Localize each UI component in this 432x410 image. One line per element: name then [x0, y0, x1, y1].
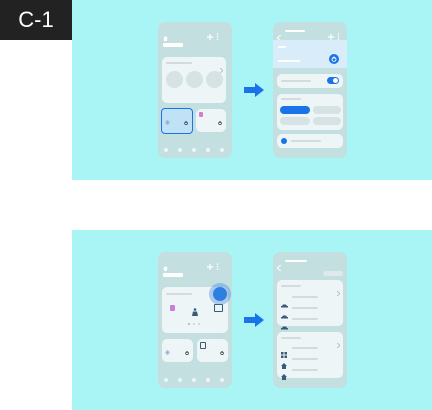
tv-icon[interactable]	[214, 304, 223, 312]
more-icon[interactable]	[216, 257, 219, 275]
mode-option[interactable]	[313, 106, 341, 114]
title-bar	[163, 43, 183, 47]
mode-option[interactable]	[280, 117, 310, 125]
nav-life-icon[interactable]	[192, 378, 196, 382]
phone-favorites-list	[273, 252, 347, 388]
plus-icon[interactable]	[207, 27, 213, 40]
page-dot	[188, 323, 190, 325]
power-icon[interactable]	[184, 112, 188, 130]
phone-device-detail	[273, 22, 347, 158]
chevron-right-icon[interactable]	[336, 335, 341, 353]
mode-option[interactable]	[313, 117, 341, 125]
favorite-slot[interactable]	[166, 71, 183, 88]
device-tile[interactable]	[197, 339, 228, 362]
device-tile[interactable]	[162, 339, 193, 362]
energy-row[interactable]	[277, 134, 343, 148]
fan-icon	[165, 342, 170, 360]
nav-home-icon[interactable]	[164, 378, 168, 382]
power-icon[interactable]	[185, 342, 189, 360]
device-title	[285, 30, 305, 32]
group-title	[281, 337, 301, 339]
fridge-icon	[200, 342, 206, 349]
favorites-card[interactable]	[162, 57, 226, 103]
car-icon	[281, 295, 288, 308]
nav-life-icon[interactable]	[192, 148, 196, 152]
list-item[interactable]	[292, 318, 318, 320]
arrow-right-icon	[244, 83, 264, 97]
toggle-row[interactable]	[277, 74, 343, 88]
power-icon	[331, 56, 337, 62]
page-dot	[198, 323, 200, 325]
back-icon[interactable]	[276, 258, 282, 276]
list-item[interactable]	[292, 347, 318, 349]
tap-highlight	[209, 283, 231, 305]
list-item[interactable]	[292, 307, 318, 309]
list-item[interactable]	[292, 358, 318, 360]
toggle-icon[interactable]	[327, 77, 339, 84]
house-icon	[281, 367, 287, 385]
nav-automation-icon[interactable]	[206, 148, 210, 152]
phone-home-screen	[158, 22, 232, 158]
card-title	[166, 62, 192, 64]
rooms-group-card	[277, 332, 343, 380]
power-button[interactable]	[329, 54, 339, 64]
arrow-right-icon	[244, 313, 264, 327]
list-title	[285, 260, 307, 262]
phone-home-screen	[158, 252, 232, 388]
toggle-label	[281, 80, 311, 82]
status-value	[278, 60, 300, 62]
devices-group-card	[277, 280, 343, 330]
nav-menu-icon[interactable]	[220, 378, 224, 382]
favorite-slot[interactable]	[206, 71, 223, 88]
device-tile[interactable]	[196, 109, 226, 132]
title-bar	[163, 273, 183, 277]
edit-button[interactable]	[323, 271, 343, 276]
mode-title	[281, 98, 301, 100]
nav-home-icon[interactable]	[164, 148, 168, 152]
mode-card	[277, 94, 343, 130]
nav-automation-icon[interactable]	[206, 378, 210, 382]
panel-bottom	[72, 230, 432, 410]
home-icon[interactable]	[163, 28, 168, 41]
nav-menu-icon[interactable]	[220, 148, 224, 152]
favorite-slot[interactable]	[186, 71, 203, 88]
nav-devices-icon[interactable]	[178, 148, 182, 152]
list-item[interactable]	[292, 296, 318, 298]
list-item[interactable]	[292, 369, 318, 371]
fridge-icon	[199, 112, 203, 117]
card-title	[166, 293, 192, 295]
power-icon[interactable]	[218, 112, 222, 130]
person-icon[interactable]	[192, 303, 198, 321]
energy-label	[291, 140, 321, 142]
fan-icon	[165, 112, 170, 130]
plus-icon[interactable]	[207, 257, 213, 275]
device-tile-selected[interactable]	[161, 108, 193, 134]
power-icon[interactable]	[220, 342, 224, 360]
figure-label: C-1	[0, 0, 72, 40]
status-label	[278, 46, 286, 48]
nav-devices-icon[interactable]	[178, 378, 182, 382]
status-header	[273, 40, 347, 68]
bed-icon[interactable]	[170, 305, 175, 311]
group-title	[281, 285, 301, 287]
more-icon[interactable]	[216, 27, 219, 40]
chevron-right-icon[interactable]	[336, 283, 341, 301]
panel-top	[72, 0, 432, 180]
energy-icon	[281, 138, 287, 144]
mode-option-selected[interactable]	[280, 106, 310, 114]
page-dot	[193, 323, 195, 325]
